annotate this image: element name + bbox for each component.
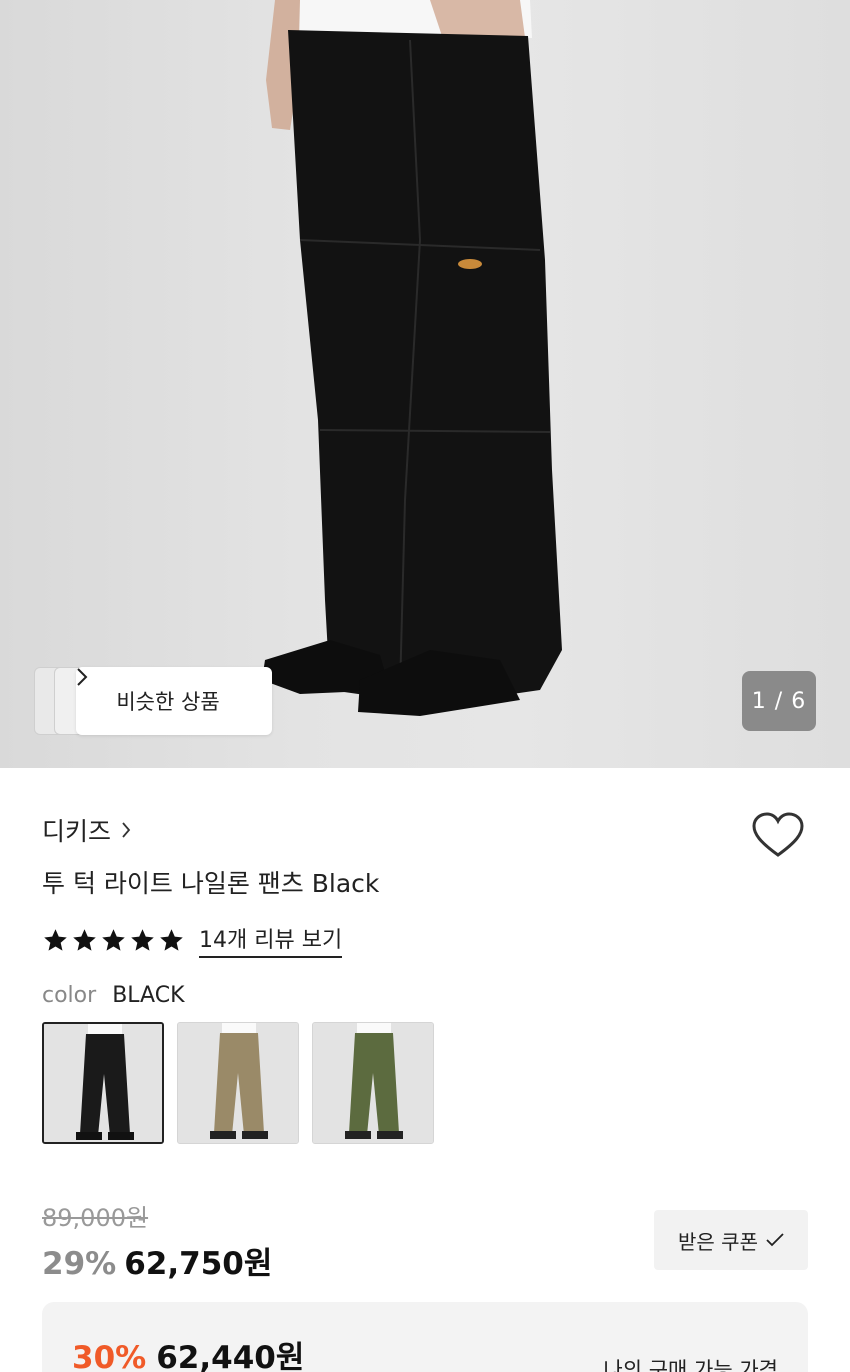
product-image-gallery[interactable]: 비슷한 상품 1 / 6 <box>0 0 850 768</box>
my-price-row: 30% 62,440원 <box>72 1332 304 1372</box>
my-price-box[interactable]: 30% 62,440원 나의 구매 가능 가격 <box>42 1302 808 1372</box>
color-label: color <box>42 983 97 1008</box>
product-photo <box>262 0 562 716</box>
rating-row: 14개 리뷰 보기 <box>42 922 343 958</box>
color-option-olive[interactable] <box>312 1022 434 1144</box>
brand-name: 디키즈 <box>42 817 112 846</box>
check-icon <box>766 1228 784 1252</box>
color-thumbnail <box>313 1023 433 1143</box>
star-rating <box>42 927 185 954</box>
star-icon <box>73 928 96 951</box>
color-options <box>42 1022 434 1144</box>
color-value: BLACK <box>112 983 185 1008</box>
sale-price-row: 29% 62,750원 <box>42 1238 272 1283</box>
chevron-right-icon <box>121 816 131 845</box>
star-icon <box>131 928 154 951</box>
product-title: 투 턱 라이트 나일론 팬츠 Black <box>42 869 380 898</box>
my-price: 62,440원 <box>156 1340 305 1372</box>
heart-icon[interactable] <box>750 808 806 864</box>
similar-products-label: 비슷한 상품 <box>116 690 220 714</box>
star-icon <box>44 928 67 951</box>
color-option-black[interactable] <box>42 1022 164 1144</box>
my-price-label: 나의 구매 가능 가격 <box>603 1358 778 1372</box>
color-thumbnail <box>44 1024 162 1142</box>
color-thumbnail <box>178 1023 298 1143</box>
my-discount-rate: 30% <box>72 1340 147 1372</box>
star-icon <box>102 928 125 951</box>
received-coupon-button[interactable]: 받은 쿠폰 <box>654 1210 808 1270</box>
review-link[interactable]: 14개 리뷰 보기 <box>199 922 343 958</box>
brand-link[interactable]: 디키즈 <box>42 812 131 848</box>
coupon-button-label: 받은 쿠폰 <box>678 1229 758 1254</box>
sale-price: 62,750원 <box>124 1246 273 1282</box>
original-price: 89,000원 <box>42 1204 149 1232</box>
similar-products-button[interactable]: 비슷한 상품 <box>76 667 272 735</box>
similar-products[interactable]: 비슷한 상품 <box>34 667 272 735</box>
color-option-khaki[interactable] <box>177 1022 299 1144</box>
star-icon <box>160 928 183 951</box>
image-counter: 1 / 6 <box>742 671 816 731</box>
discount-rate: 29% <box>42 1246 117 1282</box>
color-row: color BLACK <box>42 983 185 1008</box>
